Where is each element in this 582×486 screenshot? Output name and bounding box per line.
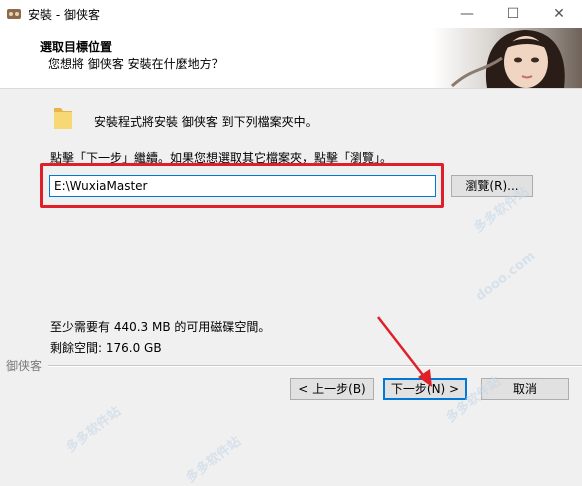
space-free-text: 剩餘空間: 176.0 GB (50, 341, 162, 355)
watermark-text: dooo.com (472, 248, 539, 305)
folder-icon (54, 108, 72, 129)
back-button[interactable]: < 上一步(B) (290, 378, 374, 400)
cancel-button[interactable]: 取消 (481, 378, 569, 400)
character-portrait-icon (432, 28, 582, 88)
footer-separator (48, 365, 582, 367)
wizard-header: 選取目標位置 您想將 御侠客 安裝在什麼地方？ (0, 28, 582, 89)
maximize-button[interactable]: ☐ (490, 0, 536, 28)
space-required-text: 至少需要有 440.3 MB 的可用磁碟空間。 (50, 320, 271, 334)
brand-label: 御侠客 (6, 359, 43, 373)
close-button[interactable]: ✕ (536, 0, 582, 28)
title-bar: 安裝 - 御侠客 — ☐ ✕ (0, 0, 582, 28)
main-content: 安裝程式將安裝 御侠客 到下列檔案夾中。 點擊「下一步」繼續。如果您想選取其它檔… (0, 89, 582, 486)
annotation-arrow-icon (377, 316, 432, 387)
browse-button[interactable]: 瀏覽(R)... (451, 175, 533, 197)
page-title: 選取目標位置 (40, 40, 113, 54)
intro-text: 安裝程式將安裝 御侠客 到下列檔案夾中。 (94, 115, 318, 129)
watermark-text: 多多软件站 (63, 404, 124, 456)
app-icon (7, 9, 21, 19)
window-title: 安裝 - 御侠客 (28, 8, 100, 22)
install-path-input[interactable] (49, 175, 436, 197)
minimize-button[interactable]: — (444, 0, 490, 28)
page-subtitle: 您想將 御侠客 安裝在什麼地方？ (48, 57, 224, 71)
watermark-text: 多多软件站 (183, 434, 244, 486)
